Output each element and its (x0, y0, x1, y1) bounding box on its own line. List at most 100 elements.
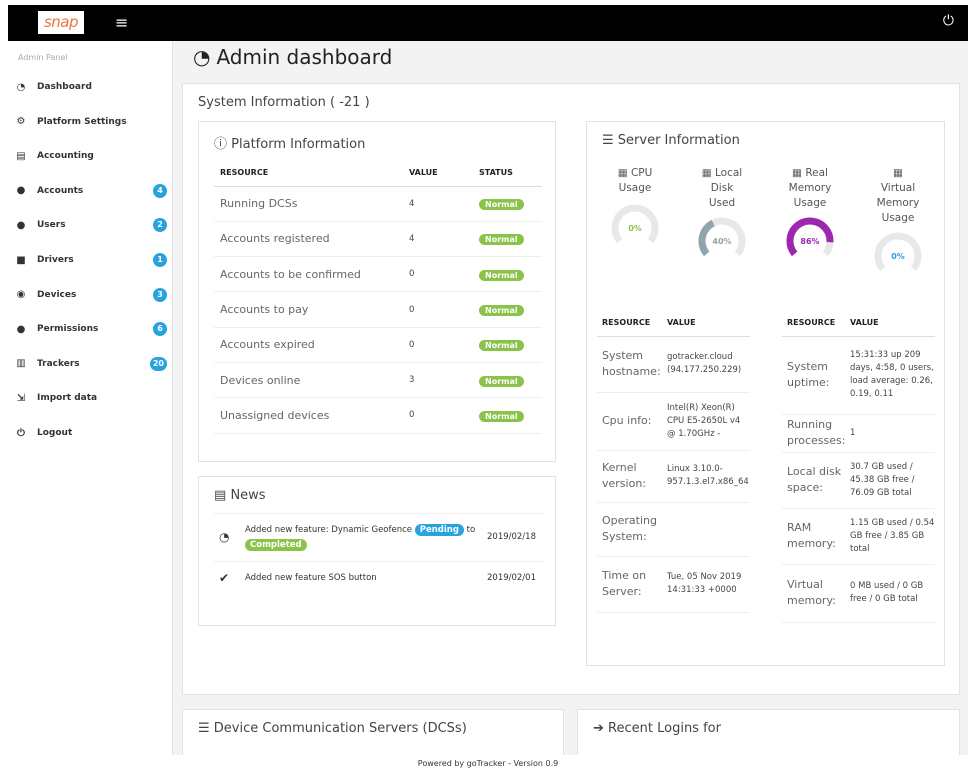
money-icon: ▤ (16, 150, 26, 162)
table-row: Accounts expired 0 Normal (214, 327, 542, 363)
user-cog-icon: ● (16, 323, 26, 335)
news-date: 2019/02/01 (487, 573, 536, 583)
sidebar-item-devices[interactable]: ◉ Devices 3 (8, 280, 173, 310)
power-icon: ⏻ (17, 427, 25, 439)
table-row: Virtual memory: 0 MB used / 0 GB free / 0… (782, 564, 935, 623)
completed-badge: Completed (245, 539, 307, 551)
sidebar-item-logout[interactable]: ⏻ Logout (8, 418, 173, 448)
sidebar-item-platform-settings[interactable]: ⚙ Platform Settings (8, 107, 173, 137)
table-row: Running processes: 1 (782, 414, 935, 453)
gauge-label: ▦ Real Memory Usage (788, 167, 832, 209)
table-row: Cpu info: Intel(R) Xeon(R) CPU E5-2650L v… (597, 392, 750, 451)
gauge-local-disk-used: 40% (698, 217, 746, 265)
table-row: Devices online 3 Normal (214, 362, 542, 399)
sidebar-item-trackers[interactable]: ▥ Trackers 20 (8, 349, 173, 379)
table-row: Running DCSs 4 Normal (214, 186, 542, 222)
news-date: 2019/02/18 (487, 532, 536, 542)
server-icon: ☰ (602, 133, 614, 148)
server-table-right: RESOURCE VALUE System uptime: 15:31:33 up … (782, 310, 935, 623)
count-badge: 20 (149, 356, 167, 371)
table-row: Operating System: (597, 502, 750, 557)
sidebar-item-label: Platform Settings (37, 116, 127, 127)
tachometer-icon: ◔ (219, 530, 230, 544)
status-badge: Normal (479, 305, 524, 317)
server-information-title: Server Information (617, 133, 740, 148)
sidebar-item-import-data[interactable]: ⇲ Import data (8, 383, 173, 413)
sidebar-item-label: Dashboard (37, 82, 92, 92)
count-badge: 1 (153, 253, 167, 267)
gauge-value: 0% (891, 252, 905, 261)
compass-icon: ◉ (16, 289, 26, 301)
hdd-icon: ▦ (701, 167, 712, 179)
sidebar-item-accounts[interactable]: ● Accounts 4 (8, 176, 173, 206)
status-badge: Normal (479, 199, 524, 211)
server-table-left: RESOURCE VALUE System hostname: gotracker.… (597, 310, 750, 613)
news-title: News (230, 488, 266, 503)
sidebar-item-users[interactable]: ● Users 2 (8, 210, 173, 240)
logo[interactable]: snap (38, 11, 84, 34)
count-badge: 6 (153, 322, 167, 337)
sidebar-item-label: Drivers (37, 255, 74, 265)
table-row: System uptime: 15:31:33 up 209 days, 4:58… (782, 336, 935, 415)
gauge-label: ▦ CPU Usage (617, 167, 653, 194)
pending-badge: Pending (414, 524, 464, 536)
sidebar-item-dashboard[interactable]: ◔ Dashboard (8, 72, 173, 102)
gauge-value: 0% (628, 224, 642, 233)
sidebar-item-label: Devices (37, 289, 77, 300)
server-icon: ☰ (198, 721, 210, 736)
file-import-icon: ⇲ (16, 392, 26, 404)
cogs-icon: ⚙ (16, 116, 26, 128)
table-row: Kernel version: Linux 3.10.0-957.1.3.el7.… (597, 450, 750, 503)
page-title: ◔ Admin dashboard (193, 45, 393, 69)
sidebar-item-label: Permissions (37, 324, 99, 335)
sidebar-item-label: Users (37, 220, 66, 231)
news-item: ◔ Added new feature: Dynamic Geofence Pe… (219, 524, 536, 551)
memory-icon: ▦ (893, 167, 903, 179)
table-row: System hostname: gotracker.cloud (94.177.… (597, 336, 750, 393)
sidebar-item-label: Import data (37, 393, 98, 404)
power-icon[interactable]: ⏻ (943, 13, 954, 29)
news-item: ✔ Added new feature SOS button 2019/02/0… (219, 571, 536, 585)
footer: Powered by goTracker - Version 0.9 (8, 755, 968, 772)
gauge-virtual-memory-usage: 0% (874, 232, 922, 280)
sidebar-item-drivers[interactable]: ■ Drivers 1 (8, 245, 173, 275)
tachometer-icon: ◔ (193, 45, 211, 69)
sidebar-item-permissions[interactable]: ● Permissions 6 (8, 314, 173, 344)
sign-in-icon: ➔ (593, 721, 604, 736)
sidebar-item-label: Accounting (37, 151, 94, 162)
users-icon: ● (16, 219, 26, 231)
status-badge: Normal (479, 375, 524, 387)
gauge-label: ▦ Virtual Memory Usage (876, 167, 920, 224)
status-badge: Normal (479, 410, 524, 422)
status-badge: Normal (479, 340, 524, 352)
count-badge: 4 (153, 183, 167, 198)
count-badge: 2 (153, 218, 167, 233)
table-row: RAM memory: 1.15 GB used / 0.54 GB free /… (782, 508, 935, 565)
hamburger-icon[interactable]: ≡ (115, 13, 128, 32)
info-icon: ⓘ (214, 137, 228, 152)
server-information-card: ☰ Server Information ▦ CPU Usage 0% ▦ Loc… (586, 121, 945, 666)
gauge-real-memory-usage: 86% (786, 217, 834, 265)
status-badge: Normal (479, 269, 524, 281)
memory-icon: ▦ (792, 167, 802, 179)
newspaper-icon: ▤ (214, 488, 227, 503)
sidebar-item-label: Trackers (37, 358, 80, 369)
platform-information-card: ⓘ Platform Information RESOURCE VALUE STAT… (198, 121, 556, 462)
user-icon: ● (16, 185, 26, 197)
table-row: Time on Server: Tue, 05 Nov 2019 14:31:33… (597, 556, 750, 613)
gauge-cpu-usage: 0% (611, 204, 659, 252)
car-icon: ■ (16, 254, 26, 266)
table-row: Accounts to be confirmed 0 Normal (214, 256, 542, 293)
gauge-value: 86% (800, 237, 819, 246)
table-row: Accounts to pay 0 Normal (214, 291, 542, 328)
check-icon: ✔ (219, 571, 230, 585)
sidebar-caption: Admin Panel (18, 53, 68, 62)
hdd-icon: ▦ (617, 167, 628, 179)
count-badge: 3 (153, 287, 167, 302)
sidebar-item-label: Logout (37, 428, 73, 438)
gauge-label: ▦ Local Disk Used (701, 167, 743, 209)
sidebar-item-label: Accounts (37, 185, 84, 196)
sidebar-item-accounting[interactable]: ▤ Accounting (8, 141, 173, 171)
table-row: Unassigned devices 0 Normal (214, 397, 542, 434)
system-information-title: System Information ( -21 ) (198, 95, 370, 110)
